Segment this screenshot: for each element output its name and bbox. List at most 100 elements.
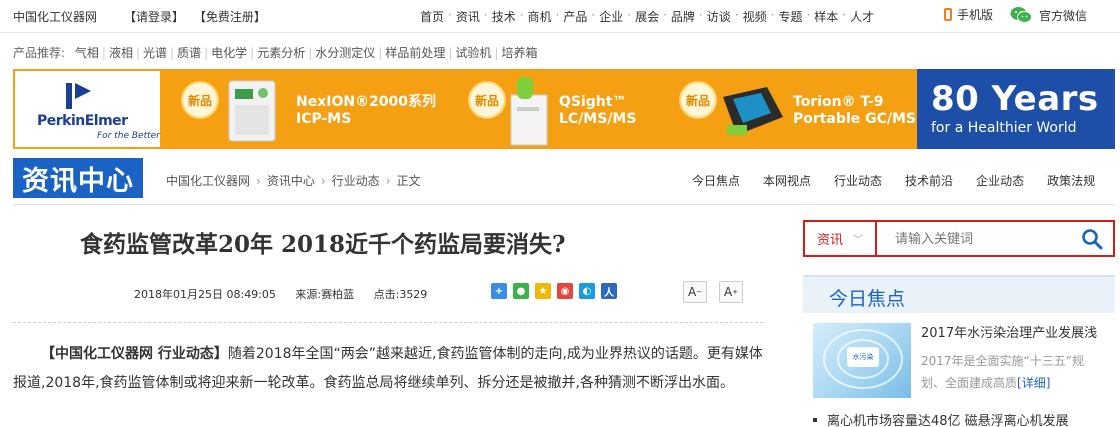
- ad-banner[interactable]: PerkinElmer For the Better 新品 NexION®200…: [13, 69, 1115, 149]
- top-nav: 首页 · 资讯 · 技术 · 商机 · 产品 · 企业 · 展会 · 品牌 · 访谈 · 视频 · 专题 · 样本 · 人才: [420, 8, 874, 25]
- 80-years-panel: 80 Years for a Healthier World: [917, 69, 1115, 149]
- new-badge: 新品: [181, 81, 219, 119]
- recommend-item[interactable]: 液相: [109, 46, 133, 60]
- focus-item-desc: 2017年是全面实施“十三五”规划、全面建成高质[详细]: [921, 354, 1084, 390]
- focus-item-more-link[interactable]: [详细]: [1017, 376, 1050, 390]
- focus-thumbnail[interactable]: 水污染: [813, 323, 911, 398]
- top-nav-item[interactable]: 资讯: [456, 8, 480, 25]
- article-date: 2018年01月25日 08:49:05: [134, 288, 276, 301]
- top-nav-item[interactable]: 首页: [420, 8, 444, 25]
- top-nav-item[interactable]: 展会: [635, 8, 659, 25]
- share-tencent-weibo-icon[interactable]: ◐: [579, 283, 595, 299]
- new-badge: 新品: [468, 81, 506, 119]
- nav-separator: ·: [483, 8, 488, 22]
- new-badge: 新品: [679, 81, 717, 119]
- font-decrease-button[interactable]: A −: [683, 281, 707, 303]
- share-qzone-icon[interactable]: ★: [535, 283, 551, 299]
- recommend-separator: |: [101, 46, 106, 60]
- breadcrumb-item: 正文: [396, 174, 421, 188]
- recommend-separator: |: [308, 46, 313, 60]
- top-nav-item[interactable]: 样本: [814, 8, 838, 25]
- recommend-item[interactable]: 质谱: [177, 46, 201, 60]
- section-subnav-item[interactable]: 企业动态: [976, 172, 1024, 189]
- product-recommend-bar: 产品推荐: 气相 | 液相 | 光谱 | 质谱 | 电化学 | 元素分析 | 水分测定仪 | 样品前处理 | 试…: [13, 44, 537, 61]
- section-subnav-item[interactable]: 今日焦点: [692, 172, 740, 189]
- recommend-item[interactable]: 样品前处理: [385, 46, 445, 60]
- nav-separator: ·: [842, 8, 847, 22]
- top-nav-item[interactable]: 产品: [563, 8, 587, 25]
- article-source: 来源:赛柏蓝: [295, 288, 355, 301]
- icp-ms-instrument-icon: [228, 80, 276, 142]
- bullet-icon: [813, 417, 817, 422]
- recommend-item[interactable]: 光谱: [143, 46, 167, 60]
- login-link[interactable]: 【请登录】: [124, 10, 184, 24]
- recommend-item[interactable]: 电化学: [211, 46, 247, 60]
- register-link[interactable]: 【免费注册】: [194, 10, 266, 24]
- focus-list-item[interactable]: 离心机市场容量达48亿 磁悬浮离心机发展: [813, 410, 1069, 427]
- top-nav-item[interactable]: 品牌: [671, 8, 695, 25]
- product-torion: Torion® T-9 Portable GC/MS: [793, 94, 917, 127]
- portable-gcms-instrument-icon: [723, 87, 783, 135]
- wechat-link[interactable]: 官方微信: [1010, 6, 1087, 24]
- recommend-item[interactable]: 水分测定仪: [315, 46, 375, 60]
- recommend-separator: |: [494, 46, 499, 60]
- top-nav-item[interactable]: 人才: [850, 8, 874, 25]
- recommend-item[interactable]: 元素分析: [257, 46, 305, 60]
- chevron-right-icon: ›: [385, 174, 391, 188]
- nav-separator: ·: [519, 8, 524, 22]
- nav-separator: ·: [627, 8, 632, 22]
- mobile-version-link[interactable]: 手机版: [944, 6, 993, 23]
- share-renren-icon[interactable]: 人: [601, 283, 617, 299]
- share-more-icon[interactable]: +: [491, 283, 507, 299]
- top-nav-item[interactable]: 访谈: [707, 8, 731, 25]
- mobile-version-label: 手机版: [957, 8, 994, 22]
- nav-separator: ·: [555, 8, 560, 22]
- article-title: 食药监管改革20年 2018近千个药监局要消失?: [80, 231, 566, 258]
- section-subnav-item[interactable]: 政策法规: [1047, 172, 1095, 189]
- search-icon[interactable]: [1081, 228, 1103, 250]
- divider: [13, 204, 1115, 205]
- top-nav-item[interactable]: 专题: [778, 8, 802, 25]
- lc-ms-instrument-icon: [510, 77, 548, 146]
- years-headline: 80 Years: [931, 79, 1099, 119]
- product-qsight: QSight™ LC/MS/MS: [559, 94, 637, 127]
- search-category-select[interactable]: 资讯 ﹀: [805, 222, 877, 255]
- recommend-item[interactable]: 试验机: [455, 46, 491, 60]
- top-nav-item[interactable]: 技术: [492, 8, 516, 25]
- breadcrumb-item[interactable]: 行业动态: [332, 174, 380, 188]
- site-name-link[interactable]: 中国化工仪器网: [13, 8, 97, 25]
- today-focus-title: 今日焦点: [829, 288, 906, 310]
- news-center-logo[interactable]: 资讯中心: [13, 158, 143, 198]
- font-increase-button[interactable]: A +: [719, 281, 743, 303]
- top-nav-item[interactable]: 企业: [599, 8, 623, 25]
- nav-separator: ·: [770, 8, 775, 22]
- section-subnav-item[interactable]: 行业动态: [834, 172, 882, 189]
- section-subnav-item[interactable]: 技术前沿: [905, 172, 953, 189]
- share-weibo-icon[interactable]: ◉: [557, 283, 573, 299]
- breadcrumb-item[interactable]: 中国化工仪器网: [166, 174, 250, 188]
- perkinelmer-mark-icon: [66, 83, 91, 109]
- recommend-separator: |: [448, 46, 453, 60]
- section-subnav: 今日焦点 本网视点 行业动态 技术前沿 企业动态 政策法规: [692, 172, 1095, 189]
- divider: [13, 322, 763, 323]
- product-nexion: NexION®2000系列 ICP-MS: [296, 94, 437, 127]
- share-buttons: + ● ★ ◉ ◐ 人: [491, 283, 623, 299]
- article-clicks: 点击:3529: [373, 288, 428, 301]
- today-focus-header: 今日焦点: [803, 275, 1115, 313]
- focus-item-title[interactable]: 2017年水污染治理产业发展浅: [921, 322, 1097, 341]
- top-nav-item[interactable]: 视频: [743, 8, 767, 25]
- search-box: 资讯 ﹀: [803, 220, 1115, 257]
- auth-links: 【请登录】 【免费注册】: [124, 8, 272, 25]
- recommend-item[interactable]: 气相: [75, 46, 99, 60]
- recommend-separator: |: [378, 46, 383, 60]
- brand-tag: For the Better: [97, 131, 160, 141]
- share-wechat-icon[interactable]: ●: [513, 283, 529, 299]
- breadcrumb-item[interactable]: 资讯中心: [267, 174, 315, 188]
- search-input[interactable]: [895, 229, 1075, 249]
- wechat-icon: [1010, 7, 1032, 23]
- recommend-separator: |: [170, 46, 175, 60]
- brand-name: PerkinElmer: [37, 113, 128, 129]
- section-subnav-item[interactable]: 本网视点: [763, 172, 811, 189]
- top-nav-item[interactable]: 商机: [528, 8, 552, 25]
- recommend-item[interactable]: 培养箱: [501, 46, 537, 60]
